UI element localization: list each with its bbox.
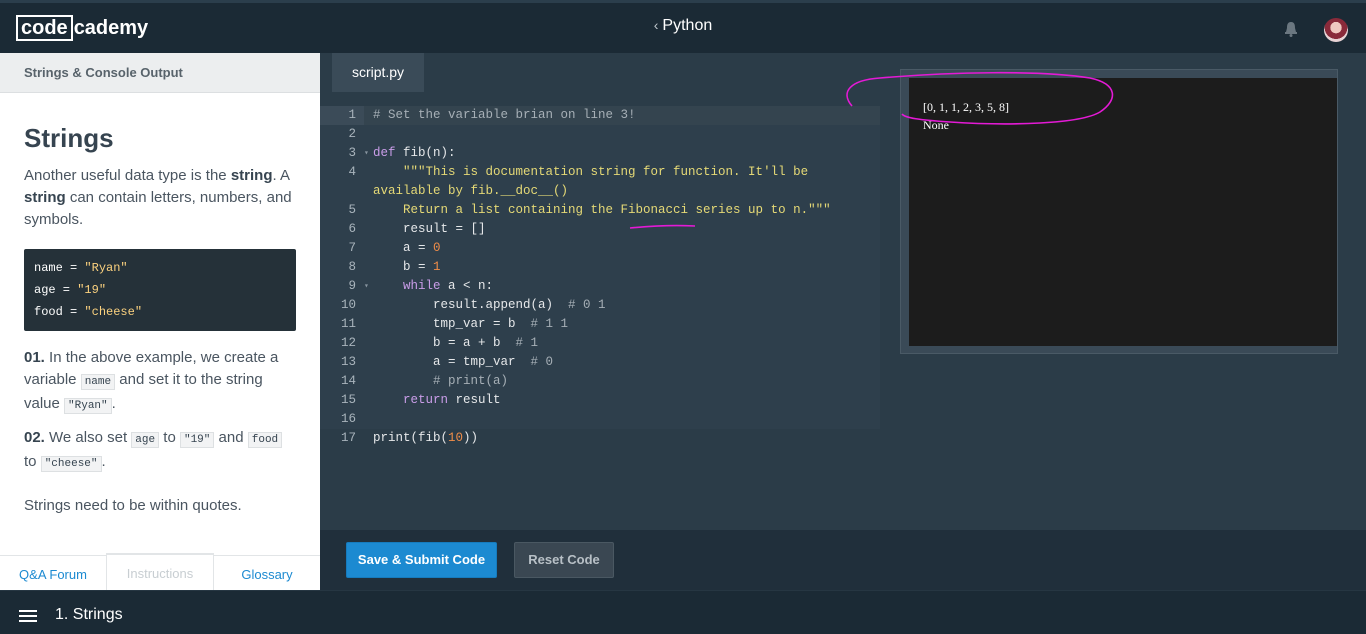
code-editor[interactable]: 1 # Set the variable brian on line 3! 2 3…: [320, 106, 880, 448]
example-var: age: [34, 283, 56, 297]
example-value: "cheese": [84, 305, 143, 319]
example-var: food: [34, 305, 63, 319]
line-number: 17: [340, 431, 356, 445]
file-tab-script-py[interactable]: script.py: [332, 53, 424, 92]
line-number: 1: [320, 106, 364, 125]
intro-text-2: . A: [272, 167, 290, 184]
code-line: 6 result = []: [320, 220, 880, 239]
top-nav: code cademy ‹ Python: [0, 0, 1366, 53]
chevron-left-icon: ‹: [653, 17, 659, 33]
example-line: food = "cheese": [34, 305, 143, 319]
instructions-tab[interactable]: Instructions: [106, 553, 214, 590]
step-number: 01.: [24, 349, 45, 366]
quotes-note: Strings need to be within quotes.: [24, 497, 242, 514]
step-text: to: [159, 429, 180, 446]
inline-code: name: [80, 374, 116, 390]
line-number: 15: [340, 393, 356, 407]
inline-code: age: [131, 432, 160, 448]
line-number: 6: [348, 222, 356, 236]
course-title[interactable]: ‹ Python: [0, 17, 1366, 35]
code-line: 13 a = tmp_var # 0: [320, 353, 880, 372]
line-number: 2: [348, 127, 356, 141]
line-number: 5: [348, 203, 356, 217]
step-1: 01. In the above example, we create a va…: [24, 347, 296, 417]
code-line: 3 ▾ def fib(n):: [320, 144, 880, 163]
example-value: "19": [77, 283, 107, 297]
step-number: 02.: [24, 429, 45, 446]
line-number: 3: [348, 146, 356, 160]
line-number: 8: [348, 260, 356, 274]
step-text: .: [111, 395, 116, 412]
example-code-block: name = "Ryan" age = "19" food = "cheese": [24, 249, 296, 331]
line-number: 9: [348, 279, 356, 293]
line-number: 11: [340, 317, 356, 331]
inline-code: food: [247, 432, 283, 448]
example-var: name: [34, 261, 63, 275]
code-line: 8 b = 1: [320, 258, 880, 277]
code-line: 12 b = a + b # 1: [320, 334, 880, 353]
qa-forum-link[interactable]: Q&A Forum: [0, 556, 106, 590]
instructions-footer-tabs: Q&A Forum Instructions Glossary: [0, 553, 320, 590]
code-comment: # Set the variable brian on line 3!: [373, 108, 636, 122]
glossary-link[interactable]: Glossary: [214, 556, 320, 590]
line-number: 16: [340, 412, 356, 426]
code-line: 1 # Set the variable brian on line 3!: [320, 106, 880, 125]
code-line: 16: [320, 410, 880, 429]
line-number: 4: [348, 165, 356, 179]
code-line: 11 tmp_var = b # 1 1: [320, 315, 880, 334]
code-line: 15 return result: [320, 391, 880, 410]
example-value: "Ryan": [84, 261, 128, 275]
intro-paragraph: Another useful data type is the string. …: [24, 165, 296, 231]
code-line: 4 """This is documentation string for fu…: [320, 163, 880, 182]
intro-bold-2: string: [24, 189, 66, 206]
instructions-panel: Strings & Console Output Strings Another…: [0, 53, 320, 590]
menu-icon[interactable]: [19, 610, 37, 622]
code-line: available by fib.__doc__(): [320, 182, 880, 201]
inline-code: "cheese": [40, 456, 102, 472]
course-title-text: Python: [662, 17, 713, 34]
editor-actions: Save & Submit Code Reset Code: [320, 530, 1366, 590]
intro-bold-1: string: [230, 167, 273, 184]
instructions-body: Strings Another useful data type is the …: [0, 123, 320, 517]
console-output-panel: [0, 1, 1, 2, 3, 5, 8] None: [900, 69, 1338, 354]
code-line: 9 ▾ while a < n:: [320, 277, 880, 296]
step-text: and: [214, 429, 248, 446]
lesson-navigation-bar: 1. Strings: [0, 590, 1366, 634]
step-text: to: [24, 453, 41, 470]
inline-code: "19": [179, 432, 215, 448]
line-number: 10: [340, 298, 356, 312]
intro-text-1: Another useful data type is the: [24, 167, 231, 184]
line-number: 13: [340, 355, 356, 369]
fold-arrow-icon[interactable]: ▾: [364, 277, 373, 296]
code-line: 7 a = 0: [320, 239, 880, 258]
example-line: age = "19": [34, 283, 107, 297]
code-line: 5 Return a list containing the Fibonacci…: [320, 201, 880, 220]
line-number: 14: [340, 374, 356, 388]
line-number: 7: [348, 241, 356, 255]
reset-code-button[interactable]: Reset Code: [514, 542, 614, 578]
fold-arrow-icon[interactable]: ▾: [364, 144, 373, 163]
code-line: 14 # print(a): [320, 372, 880, 391]
console-output: [0, 1, 1, 2, 3, 5, 8] None: [909, 78, 1337, 346]
inline-code: "Ryan": [64, 398, 112, 414]
code-line: 10 result.append(a) # 0 1: [320, 296, 880, 315]
lesson-title[interactable]: 1. Strings: [55, 606, 123, 624]
example-line: name = "Ryan": [34, 261, 128, 275]
step-text: .: [101, 453, 106, 470]
line-number: 12: [340, 336, 356, 350]
bell-icon[interactable]: [1284, 21, 1298, 37]
code-line: 2: [320, 125, 880, 144]
section-title: Strings & Console Output: [0, 53, 320, 93]
line-number: [320, 182, 364, 201]
workspace: script.py 1 # Set the variable brian on l…: [320, 53, 1366, 530]
lesson-heading: Strings: [24, 123, 114, 153]
code-line: 17 print(fib(10)): [320, 429, 880, 448]
save-submit-button[interactable]: Save & Submit Code: [346, 542, 497, 578]
step-text: We also set: [44, 429, 132, 446]
user-avatar[interactable]: [1324, 18, 1348, 42]
step-2: 02. We also set age to "19" and food to …: [24, 427, 296, 475]
